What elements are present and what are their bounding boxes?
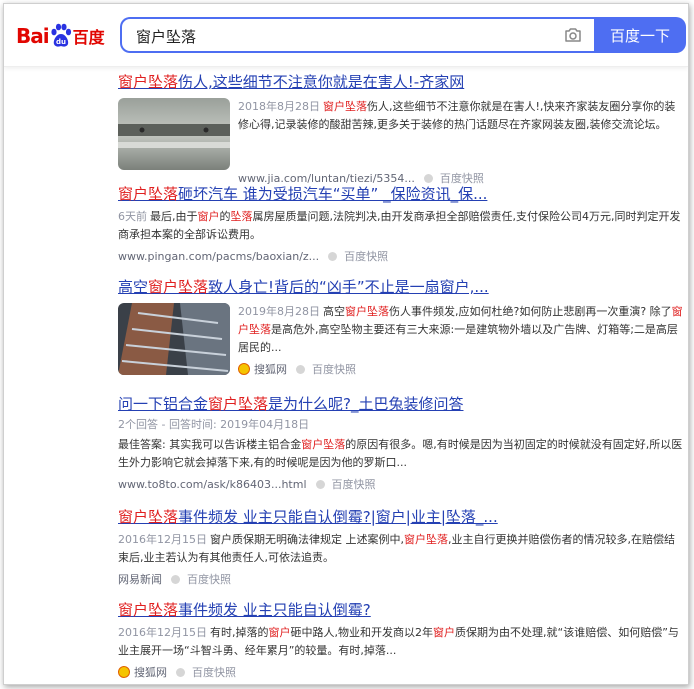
snapshot-circle-icon bbox=[176, 667, 185, 677]
search-result: 窗户坠落事件频发 业主只能自认倒霉? 2016年12月15日 有时,掉落的窗户砸中… bbox=[118, 600, 683, 680]
result-date: 2016年12月15日 bbox=[118, 626, 207, 639]
baidu-logo[interactable]: Bai du 百度 bbox=[16, 22, 105, 50]
abstract-highlight: 窗户 bbox=[433, 626, 455, 639]
result-source[interactable]: 搜狐网 bbox=[134, 664, 167, 680]
search-result: 问一下铝合金窗户坠落是为什么呢?_土巴兔装修问答 2个回答 - 回答时间: 20… bbox=[118, 394, 683, 492]
sohu-icon bbox=[118, 666, 130, 678]
title-text: 事件频发 业主只能自认倒霉? bbox=[178, 601, 371, 619]
title-text: 事件频发 业主只能自认倒霉?|窗户|业主|坠落_... bbox=[178, 508, 498, 526]
abstract-text: 砸中路人,物业和开发商以2年 bbox=[290, 626, 434, 639]
title-highlight: 窗户坠落 bbox=[118, 601, 179, 619]
search-result: 窗户坠落伤人,这些细节不注意你就是在害人!-齐家网 2018年8月28日 窗户坠落… bbox=[118, 72, 683, 186]
result-abstract: 2018年8月28日 窗户坠落伤人,这些细节不注意你就是在害人!,快来齐家装友圈分… bbox=[238, 98, 683, 170]
title-text: 致人身亡!背后的“凶手”不止是一扇窗户,... bbox=[208, 278, 489, 296]
snapshot-circle-icon bbox=[423, 173, 433, 183]
result-title-link[interactable]: 窗户坠落事件频发 业主只能自认倒霉?|窗户|业主|坠落_... bbox=[118, 507, 683, 527]
abstract-text: 最后,由于 bbox=[150, 210, 198, 223]
result-thumbnail[interactable] bbox=[118, 303, 230, 375]
result-date: 6天前 bbox=[118, 210, 147, 223]
snapshot-link[interactable]: 百度快照 bbox=[187, 571, 231, 587]
result-title-link[interactable]: 窗户坠落伤人,这些细节不注意你就是在害人!-齐家网 bbox=[118, 72, 683, 92]
result-date: 2018年8月28日 bbox=[238, 100, 320, 113]
result-title-link[interactable]: 窗户坠落砸坏汽车 谁为受损汽车“买单” _保险资讯_保... bbox=[118, 184, 683, 204]
search-box bbox=[120, 17, 594, 53]
search-result: 窗户坠落事件频发 业主只能自认倒霉?|窗户|业主|坠落_... 2016年12月… bbox=[118, 507, 683, 587]
abstract-text: 有时,掉落的 bbox=[210, 626, 269, 639]
snapshot-link[interactable]: 百度快照 bbox=[344, 248, 388, 264]
snapshot-circle-icon bbox=[171, 574, 180, 584]
abstract-highlight: 窗户坠落 bbox=[323, 100, 367, 113]
svg-text:du: du bbox=[56, 38, 66, 46]
result-source[interactable]: 搜狐网 bbox=[254, 361, 287, 377]
abstract-highlight: 窗户坠落 bbox=[404, 533, 448, 546]
abstract-highlight: 窗户 bbox=[197, 210, 220, 223]
browser-frame: Bai du 百度 百度一下 窗户坠落伤人,这些细节不注意你就是在害人!-齐家网 bbox=[3, 3, 689, 685]
abstract-highlight: 窗户 bbox=[268, 626, 291, 639]
abstract-text: 伤人事件频发,应如何杜绝?如何防止悲剧再一次重演? 除了 bbox=[389, 305, 672, 318]
abstract-highlight: 窗户坠落 bbox=[301, 438, 346, 451]
title-highlight: 窗户坠落 bbox=[208, 395, 269, 413]
result-source[interactable]: www.jia.com/luntan/tiezi/5354... bbox=[238, 172, 415, 185]
search-button[interactable]: 百度一下 bbox=[594, 17, 686, 53]
title-text: 砸坏汽车 谁为受损汽车“买单” _保险资讯_保... bbox=[178, 185, 488, 203]
logo-text-left: Bai bbox=[16, 24, 50, 48]
baidu-paw-icon: du bbox=[51, 23, 71, 47]
title-text: 是为什么呢?_土巴兔装修问答 bbox=[268, 395, 464, 413]
result-source[interactable]: www.pingan.com/pacms/baoxian/z... bbox=[118, 250, 319, 263]
result-abstract: 2016年12月15日 有时,掉落的窗户砸中路人,物业和开发商以2年窗户质保期为由… bbox=[118, 624, 683, 660]
result-title-link[interactable]: 问一下铝合金窗户坠落是为什么呢?_土巴兔装修问答 bbox=[118, 394, 683, 414]
search-result: 高空窗户坠落致人身亡!背后的“凶手”不止是一扇窗户,... 2019年8月28日… bbox=[118, 277, 683, 377]
result-abstract: 2019年8月28日 高空窗户坠落伤人事件频发,应如何杜绝?如何防止悲剧再一次重演… bbox=[238, 303, 683, 375]
abstract-text: 最佳答案: 其实我可以告诉楼主铝合金 bbox=[118, 438, 302, 451]
abstract-text: 是高危外,高空坠物主要还有三大来源:一是建筑物外墙以及广告牌、灯箱等;二是高层居… bbox=[238, 323, 678, 354]
title-highlight: 窗户坠落 bbox=[118, 185, 179, 203]
camera-icon[interactable] bbox=[564, 27, 582, 43]
snapshot-link[interactable]: 百度快照 bbox=[312, 361, 356, 377]
title-highlight: 窗户坠落 bbox=[148, 278, 209, 296]
abstract-highlight: 坠落 bbox=[230, 210, 253, 223]
result-source[interactable]: 网易新闻 bbox=[118, 571, 162, 587]
result-abstract: 2016年12月15日 窗户质保期无明确法律规定 上述案例中,窗户坠落,业主自行更… bbox=[118, 531, 683, 567]
result-title-link[interactable]: 窗户坠落事件频发 业主只能自认倒霉? bbox=[118, 600, 683, 620]
snapshot-circle-icon bbox=[296, 364, 305, 374]
header: Bai du 百度 百度一下 bbox=[4, 4, 688, 67]
abstract-text: 高空 bbox=[323, 305, 345, 318]
result-title-link[interactable]: 高空窗户坠落致人身亡!背后的“凶手”不止是一扇窗户,... bbox=[118, 277, 683, 297]
result-date: 2019年8月28日 bbox=[238, 305, 320, 318]
title-text: 高空 bbox=[118, 278, 149, 296]
result-meta: 2个回答 - 回答时间: 2019年04月18日 bbox=[118, 418, 310, 431]
abstract-text: 的 bbox=[219, 210, 231, 223]
abstract-text: 窗户质保期无明确法律规定 上述案例中, bbox=[210, 533, 404, 546]
snapshot-circle-icon bbox=[328, 251, 338, 261]
result-date: 2016年12月15日 bbox=[118, 533, 207, 546]
result-abstract: 最佳答案: 其实我可以告诉楼主铝合金窗户坠落的原因有很多。嗯,有时候是因为当初固… bbox=[118, 436, 683, 472]
sohu-icon bbox=[238, 363, 250, 375]
title-text: 伤人,这些细节不注意你就是在害人!-齐家网 bbox=[178, 73, 465, 91]
result-thumbnail[interactable] bbox=[118, 98, 230, 170]
abstract-highlight: 窗户坠落 bbox=[345, 305, 389, 318]
title-text: 问一下铝合金 bbox=[118, 395, 209, 413]
snapshot-link[interactable]: 百度快照 bbox=[332, 476, 376, 492]
search-result: 窗户坠落砸坏汽车 谁为受损汽车“买单” _保险资讯_保... 6天前 最后,由于窗… bbox=[118, 184, 683, 264]
result-abstract: 6天前 最后,由于窗户的坠落属房屋质量问题,法院判决,由开发商承担全部赔偿责任,支… bbox=[118, 208, 683, 244]
title-highlight: 窗户坠落 bbox=[118, 73, 179, 91]
search-input[interactable] bbox=[134, 19, 548, 53]
snapshot-circle-icon bbox=[315, 479, 325, 489]
logo-text-right: 百度 bbox=[72, 28, 105, 47]
title-highlight: 窗户坠落 bbox=[118, 508, 179, 526]
result-source[interactable]: www.to8to.com/ask/k86403...html bbox=[118, 478, 307, 491]
snapshot-link[interactable]: 百度快照 bbox=[192, 664, 236, 680]
